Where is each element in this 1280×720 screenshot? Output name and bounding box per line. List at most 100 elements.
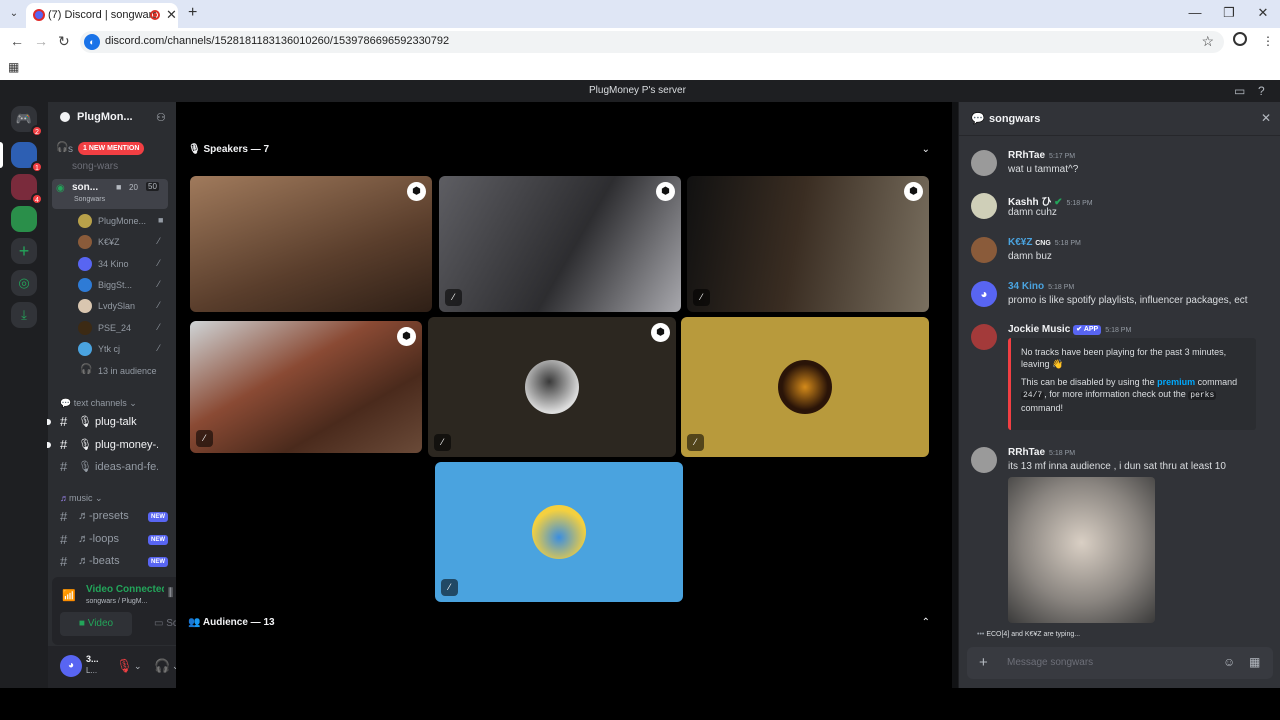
avatar[interactable] [971, 150, 997, 176]
new-mention-pill[interactable]: 1 NEW MENTION [78, 142, 145, 155]
message-author[interactable]: 34 Kino 5:18 PM [1008, 281, 1074, 292]
mic-muted-icon: ⁄ [687, 434, 704, 451]
avatar[interactable] [971, 447, 997, 473]
stage-moderator-icon[interactable]: ⬢ [904, 182, 923, 201]
channel-presets[interactable]: # ♬-presets NEW [56, 508, 168, 526]
gif-image[interactable] [1008, 477, 1155, 623]
apps-grid-icon[interactable]: ▦ [8, 60, 19, 74]
premium-link[interactable]: premium [1157, 377, 1195, 387]
category-text-channels[interactable]: 💬 text channels ⌄ [60, 398, 137, 409]
channel-plug-money[interactable]: # 🎙 plug-money-... [47, 436, 168, 454]
speakers-header[interactable]: 🎙 Speakers — 7 [188, 144, 269, 155]
site-info-icon[interactable]: ◐ [84, 34, 100, 50]
member-item[interactable]: PSE_24 ⁄ [78, 321, 168, 337]
invite-icon[interactable]: ⚇ [156, 111, 166, 124]
channel-beats[interactable]: # ♬-beats NEW [56, 553, 168, 571]
reload-icon[interactable]: ↻ [58, 33, 70, 50]
stage-moderator-icon[interactable]: ⬢ [397, 327, 416, 346]
message-author[interactable]: RRhTae 5:18 PM [1008, 447, 1075, 458]
code-snippet: perks [1188, 391, 1217, 400]
recording-icon [150, 10, 160, 20]
chevron-up-icon[interactable]: ⌃ [922, 617, 930, 628]
close-window-button[interactable]: ✕ [1246, 0, 1280, 28]
avatar [78, 235, 92, 249]
server-name[interactable]: PlugMon... [77, 111, 133, 123]
message-author[interactable]: RRhTae 5:17 PM [1008, 150, 1075, 161]
member-item[interactable]: PlugMone... ■ [78, 214, 168, 230]
channel-label[interactable]: s [68, 144, 73, 155]
menu-kebab-icon[interactable]: ⋮ [1262, 34, 1274, 48]
member-item[interactable]: 34 Kino ⁄ [78, 257, 168, 273]
profile-icon[interactable] [1233, 32, 1247, 46]
badge-label: APP [1083, 326, 1099, 333]
channel-loops[interactable]: # ♬-loops NEW [56, 531, 168, 549]
avatar[interactable] [971, 237, 997, 263]
member-item[interactable]: BiggSt... ⁄ [78, 278, 168, 294]
bookmark-star-icon[interactable]: ☆ [1201, 33, 1214, 50]
mic-muted-icon[interactable]: 🎙 [116, 658, 133, 674]
explore-icon[interactable]: ◎ [11, 270, 37, 296]
member-item[interactable]: K€¥Z ⁄ [78, 235, 168, 251]
member-item[interactable]: LvdySlan ⁄ [78, 299, 168, 315]
server-icon[interactable] [11, 206, 37, 232]
connection-signal-icon[interactable]: 📶 [62, 589, 76, 602]
stage-moderator-icon[interactable]: ⬢ [651, 323, 670, 342]
channel-song-wars[interactable]: song-wars [72, 161, 118, 172]
member-item[interactable]: Ytk cj ⁄ [78, 342, 168, 358]
message-composer[interactable]: + Message songwars ☺ ▦ [967, 647, 1273, 679]
avatar[interactable]: ◕ [60, 655, 82, 677]
channel-ideas[interactable]: # 🎙 ideas-and-fe... [56, 458, 168, 476]
chevron-down-icon[interactable]: ⌄ [134, 661, 142, 672]
add-server-icon[interactable]: + [11, 238, 37, 264]
voice-tile[interactable]: ⬢ ⁄ [428, 317, 676, 457]
channel-plug-talk[interactable]: # 🎙 plug-talk [47, 413, 168, 431]
noise-suppression-icon[interactable]: ⫼ [168, 587, 173, 600]
close-icon[interactable]: ✕ [1261, 111, 1271, 125]
unread-badge: 1 [31, 161, 43, 173]
maximize-button[interactable]: ❐ [1212, 0, 1246, 28]
audience-count[interactable]: 🎧 13 in audience [78, 364, 168, 380]
new-tab-button[interactable]: + [188, 4, 197, 22]
message-author[interactable]: Kashh ひ ✔ 5:18 PM [1008, 193, 1093, 208]
message-author[interactable]: Jockie Music ✔ APP 5:18 PM [1008, 324, 1131, 335]
video-tile[interactable]: ⬢ [190, 176, 432, 312]
avatar[interactable]: ◕ [971, 281, 997, 307]
audience-header[interactable]: 👥 Audience — 13 [188, 617, 275, 628]
inbox-icon[interactable]: ▭ [1234, 84, 1245, 98]
back-icon[interactable]: ← [10, 33, 24, 49]
emoji-icon[interactable]: ☺ [1223, 655, 1235, 669]
voice-channel-songwars[interactable]: ◉ son... Songwars ■ 20 50 [52, 179, 168, 209]
video-button[interactable]: ■ Video [60, 612, 132, 636]
video-tile[interactable]: ⬢ ⁄ [687, 176, 929, 312]
browser-tab[interactable]: (7) Discord | songwars | Plu ✕ [26, 3, 178, 28]
avatar [78, 278, 92, 292]
server-icon[interactable]: 4 [11, 174, 43, 205]
avatar[interactable] [971, 324, 997, 350]
home-button[interactable]: 🎮 2 [11, 106, 43, 137]
member-name: K€¥Z [98, 237, 120, 247]
message-author[interactable]: K€¥Z CNG 5:18 PM [1008, 237, 1081, 248]
address-bar[interactable]: ◐ discord.com/channels/15281811831360102… [80, 31, 1224, 53]
voice-status-sub[interactable]: songwars / PlugM... [86, 598, 147, 605]
tab-close-icon[interactable]: ✕ [166, 7, 177, 23]
category-music[interactable]: ♬music ⌄ [60, 493, 103, 504]
headphones-icon[interactable]: 🎧 [154, 658, 170, 674]
minimize-button[interactable]: — [1178, 0, 1212, 28]
chevron-down-icon[interactable]: ⌄ [922, 144, 930, 155]
avatar[interactable] [971, 193, 997, 219]
download-icon[interactable]: ⤓ [11, 302, 37, 328]
voice-tile[interactable]: ⁄ [435, 462, 683, 602]
help-icon[interactable]: ? [1258, 84, 1265, 98]
forward-icon[interactable]: → [34, 33, 48, 49]
video-tile[interactable]: ⬢ ⁄ [439, 176, 681, 312]
video-tile[interactable]: ⬢ ⁄ [190, 321, 422, 453]
apps-icon[interactable]: ▦ [1249, 655, 1260, 669]
server-icon[interactable]: 1 [11, 142, 43, 173]
stage-moderator-icon[interactable]: ⬢ [656, 182, 675, 201]
message-input[interactable]: Message songwars [1007, 657, 1093, 668]
add-attachment-icon[interactable]: + [979, 654, 988, 671]
tab-list-button[interactable]: ⌄ [4, 4, 24, 24]
stage-moderator-icon[interactable]: ⬢ [407, 182, 426, 201]
voice-tile[interactable]: ⁄ [681, 317, 929, 457]
message-text: wat u tammat^? [1008, 164, 1079, 175]
